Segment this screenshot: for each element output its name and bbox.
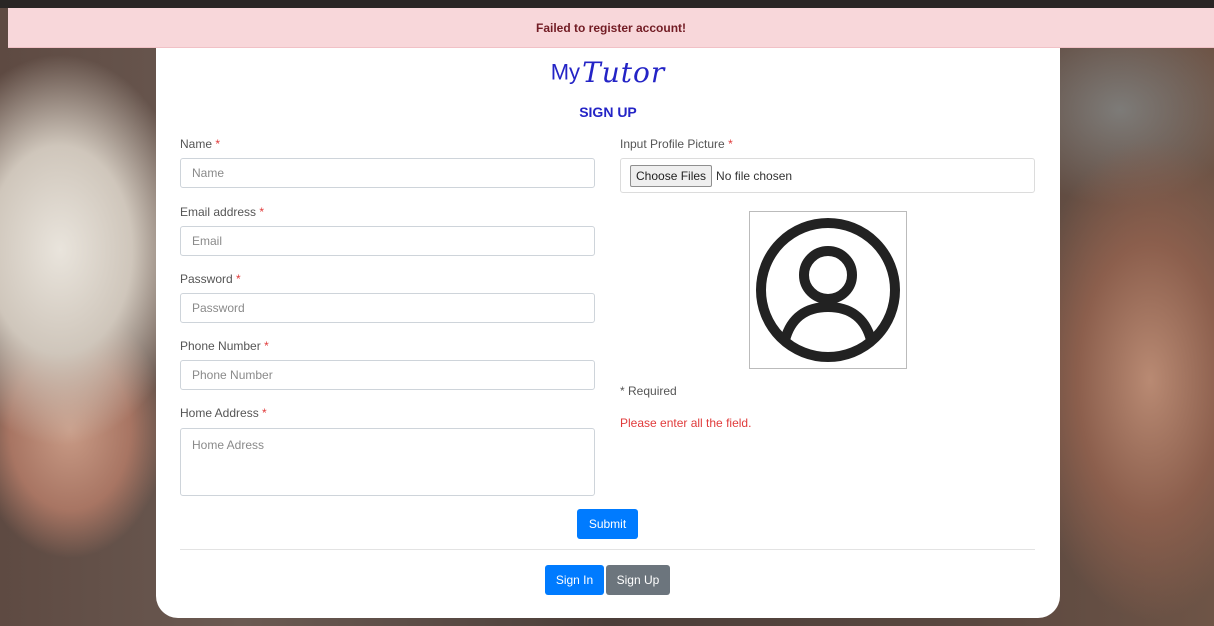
divider (180, 549, 1035, 550)
required-mark: * (215, 137, 221, 151)
required-note: * Required (620, 384, 677, 398)
profile-preview (749, 211, 907, 369)
alert-message: Failed to register account! (535, 20, 687, 35)
sign-in-button[interactable]: Sign In (545, 565, 604, 595)
name-input[interactable] (180, 158, 595, 188)
required-mark: * (262, 406, 267, 420)
page-title: SIGN UP (579, 104, 637, 120)
email-label: Email address * (180, 205, 265, 219)
required-mark: * (728, 137, 733, 151)
brand-logo: MyTutor (156, 56, 1060, 92)
password-input[interactable] (180, 293, 595, 323)
required-mark: * (236, 272, 241, 286)
file-status: No file chosen (716, 168, 793, 183)
address-label: Home Address * (180, 406, 267, 420)
file-input[interactable]: Choose Files No file chosen (620, 158, 1035, 193)
phone-label: Phone Number * (180, 339, 269, 353)
name-label: Name * (180, 137, 221, 151)
submit-button[interactable]: Submit (577, 509, 638, 539)
top-edge (0, 0, 1214, 8)
address-textarea[interactable] (180, 428, 595, 496)
validation-error: Please enter all the field. (620, 416, 752, 430)
sign-up-button[interactable]: Sign Up (606, 565, 670, 595)
error-alert: Failed to register account! (8, 8, 1214, 48)
brand-script: Tutor (582, 56, 666, 89)
profile-picture-label: Input Profile Picture * (620, 137, 733, 151)
signup-card: MyTutor SIGN UP Name * Email address * P… (156, 40, 1060, 618)
user-circle-icon (756, 218, 900, 362)
email-input[interactable] (180, 226, 595, 256)
required-mark: * (259, 205, 265, 219)
choose-files-button[interactable]: Choose Files (630, 164, 713, 187)
required-mark: * (264, 339, 269, 353)
brand-prefix: My (550, 59, 581, 85)
phone-input[interactable] (180, 360, 595, 390)
password-label: Password * (180, 272, 241, 286)
